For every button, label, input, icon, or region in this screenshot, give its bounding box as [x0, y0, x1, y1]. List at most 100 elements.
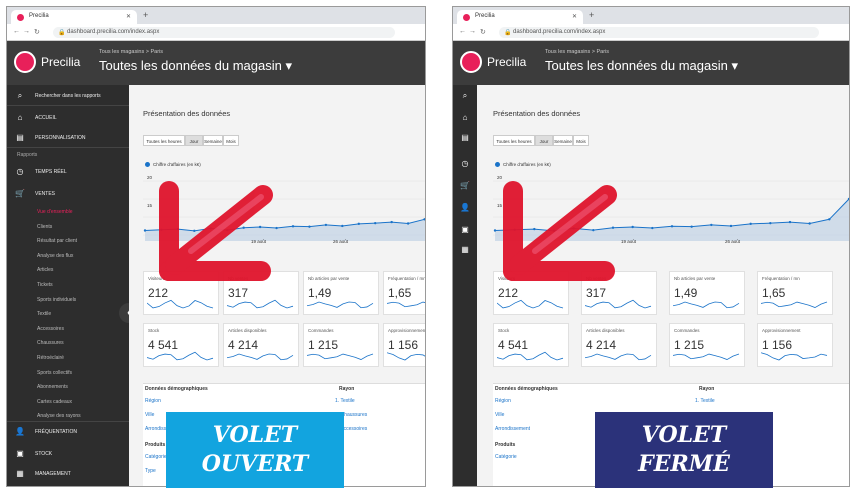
- divider: [7, 147, 129, 148]
- sidebar-subitem[interactable]: Textile: [37, 311, 51, 317]
- sidebar-item-personnalisation[interactable]: ▤ PERSONNALISATION: [7, 133, 129, 142]
- close-tab-icon[interactable]: ✕: [126, 13, 131, 20]
- chart-point[interactable]: [423, 218, 425, 221]
- chart-point[interactable]: [749, 222, 752, 226]
- kpi-card[interactable]: Commandes 1 215: [303, 323, 379, 367]
- chart-point[interactable]: [769, 221, 772, 225]
- kpi-card[interactable]: Commandes 1 215: [669, 323, 745, 367]
- kpi-card[interactable]: Fréquentation / mn 1,65: [383, 271, 425, 315]
- back-icon[interactable]: ←: [13, 28, 20, 35]
- chart-point[interactable]: [374, 221, 377, 225]
- sidebar-item-stock[interactable]: ▣ STOCK: [7, 449, 129, 458]
- link-categorie[interactable]: Catégorie: [495, 454, 517, 460]
- segment-jour[interactable]: Jour: [185, 135, 203, 146]
- chart-point[interactable]: [357, 222, 360, 226]
- sidebar-subitem[interactable]: Analyse des rayons: [37, 413, 81, 419]
- link-type[interactable]: Type: [145, 468, 156, 474]
- url-field[interactable]: 🔒 dashboard.precilia.com/index.aspx: [53, 27, 395, 38]
- segment-toutes-heures[interactable]: Toutes les heures: [143, 135, 185, 146]
- chart-point[interactable]: [651, 226, 654, 230]
- sidebar-item-ventes[interactable]: 🛒 VENTES: [7, 189, 129, 198]
- chart-point[interactable]: [324, 223, 328, 227]
- browser-tab[interactable]: Precilia ✕: [11, 10, 137, 24]
- store-breadcrumb[interactable]: Tous les magasins > Paris: [545, 49, 609, 55]
- chart-point[interactable]: [808, 222, 811, 225]
- kpi-card[interactable]: Articles disponibles 4 214: [581, 323, 657, 367]
- store-breadcrumb[interactable]: Tous les magasins > Paris: [99, 49, 163, 55]
- search-icon[interactable]: ⌕: [460, 91, 470, 101]
- sidebar-subitem[interactable]: Articles: [37, 267, 53, 273]
- close-tab-icon[interactable]: ✕: [572, 13, 577, 20]
- link-region[interactable]: Région: [145, 398, 161, 404]
- kpi-card[interactable]: Stock 4 541: [493, 323, 569, 367]
- chart-point[interactable]: [291, 225, 295, 228]
- kpi-card[interactable]: Nb articles par vente 1,49: [303, 271, 379, 315]
- sidebar-subitem[interactable]: Rétroéclairé: [37, 355, 64, 361]
- back-icon[interactable]: ←: [459, 28, 466, 35]
- chart-point[interactable]: [670, 225, 674, 228]
- sidebar-subitem[interactable]: Cartes cadeaux: [37, 399, 72, 405]
- chart-point[interactable]: [341, 224, 344, 228]
- sidebar-subitem[interactable]: Accessoires: [37, 326, 64, 332]
- segment-mois[interactable]: Mois: [573, 135, 589, 146]
- segment-semaine[interactable]: Semaine: [203, 135, 223, 146]
- reload-icon[interactable]: ↻: [34, 28, 40, 36]
- chart-point[interactable]: [690, 225, 693, 228]
- link-categorie[interactable]: Catégorie: [145, 454, 167, 460]
- kpi-card[interactable]: Articles disponibles 4 214: [223, 323, 299, 367]
- chart-point[interactable]: [828, 218, 831, 221]
- person-icon[interactable]: 👤: [460, 203, 470, 212]
- sidebar-subitem[interactable]: Résultat par client: [37, 238, 77, 244]
- link-region[interactable]: Région: [495, 398, 511, 404]
- sidebar-subitem[interactable]: Abonnements: [37, 384, 68, 390]
- rayon-item[interactable]: 1. Textile: [335, 398, 355, 404]
- chart-point[interactable]: [143, 229, 147, 232]
- clock-icon[interactable]: ◷: [460, 159, 470, 168]
- link-arrondissement[interactable]: Arrondissement: [495, 426, 530, 432]
- segment-mois[interactable]: Mois: [223, 135, 239, 146]
- chart-point[interactable]: [729, 224, 733, 228]
- chart-point[interactable]: [308, 225, 311, 228]
- sidebar-subitem[interactable]: Tickets: [37, 282, 53, 288]
- box-icon[interactable]: ▣: [460, 225, 470, 234]
- url-field[interactable]: 🔒 dashboard.precilia.com/index.aspx: [499, 27, 819, 38]
- store-selector[interactable]: Toutes les données du magasin ▾: [545, 58, 738, 74]
- chart-point[interactable]: [788, 220, 792, 224]
- home-icon[interactable]: ⌂: [460, 113, 470, 122]
- chart-point[interactable]: [710, 223, 713, 227]
- sidebar-subitem[interactable]: Chaussures: [37, 340, 64, 346]
- new-tab-icon[interactable]: +: [589, 10, 594, 20]
- store-selector[interactable]: Toutes les données du magasin ▾: [99, 58, 292, 74]
- kpi-card[interactable]: Nb articles par vente 1,49: [669, 271, 745, 315]
- new-tab-icon[interactable]: +: [143, 10, 148, 20]
- segment-toutes-heures[interactable]: Toutes les heures: [493, 135, 535, 146]
- sidebar-subitem[interactable]: Clients: [37, 224, 52, 230]
- sidebar-subitem[interactable]: Sports individuels: [37, 297, 76, 303]
- sidebar-search[interactable]: ⌕ Rechercher dans les rapports: [7, 91, 129, 100]
- kpi-card[interactable]: Fréquentation / mn 1,65: [757, 271, 833, 315]
- sidebar-item-accueil[interactable]: ⌂ ACCUEIL: [7, 113, 129, 122]
- forward-icon[interactable]: →: [469, 28, 476, 35]
- kpi-card[interactable]: Stock 4 541: [143, 323, 219, 367]
- dashboard-icon[interactable]: ▤: [460, 133, 470, 142]
- badge-icon[interactable]: ▦: [460, 245, 470, 254]
- kpi-card[interactable]: Approvisionnement 1 156: [757, 323, 833, 367]
- segment-semaine[interactable]: Semaine: [553, 135, 573, 146]
- sidebar-subitem[interactable]: Sports collectifs: [37, 370, 72, 376]
- reload-icon[interactable]: ↻: [480, 28, 486, 36]
- sidebar-item-frequentation[interactable]: 👤 FRÉQUENTATION: [7, 427, 129, 436]
- cart-icon[interactable]: 🛒: [460, 181, 470, 190]
- sidebar-item-management[interactable]: ▦ MANAGEMENT: [7, 469, 129, 478]
- sidebar-item-temps-reel[interactable]: ◷ TEMPS RÉEL: [7, 167, 129, 176]
- sidebar-subitem[interactable]: Vue d'ensemble: [37, 209, 73, 215]
- kpi-card[interactable]: Approvisionnement 1 156: [383, 323, 425, 367]
- chart-point[interactable]: [390, 220, 393, 224]
- chart-point[interactable]: [406, 222, 410, 225]
- sidebar-subitem[interactable]: Analyse des flux: [37, 253, 73, 259]
- rayon-item[interactable]: 1. Textile: [695, 398, 715, 404]
- link-ville[interactable]: Ville: [145, 412, 154, 418]
- forward-icon[interactable]: →: [23, 28, 30, 35]
- link-ville[interactable]: Ville: [495, 412, 504, 418]
- browser-tab[interactable]: Precilia ✕: [457, 10, 583, 24]
- segment-jour[interactable]: Jour: [535, 135, 553, 146]
